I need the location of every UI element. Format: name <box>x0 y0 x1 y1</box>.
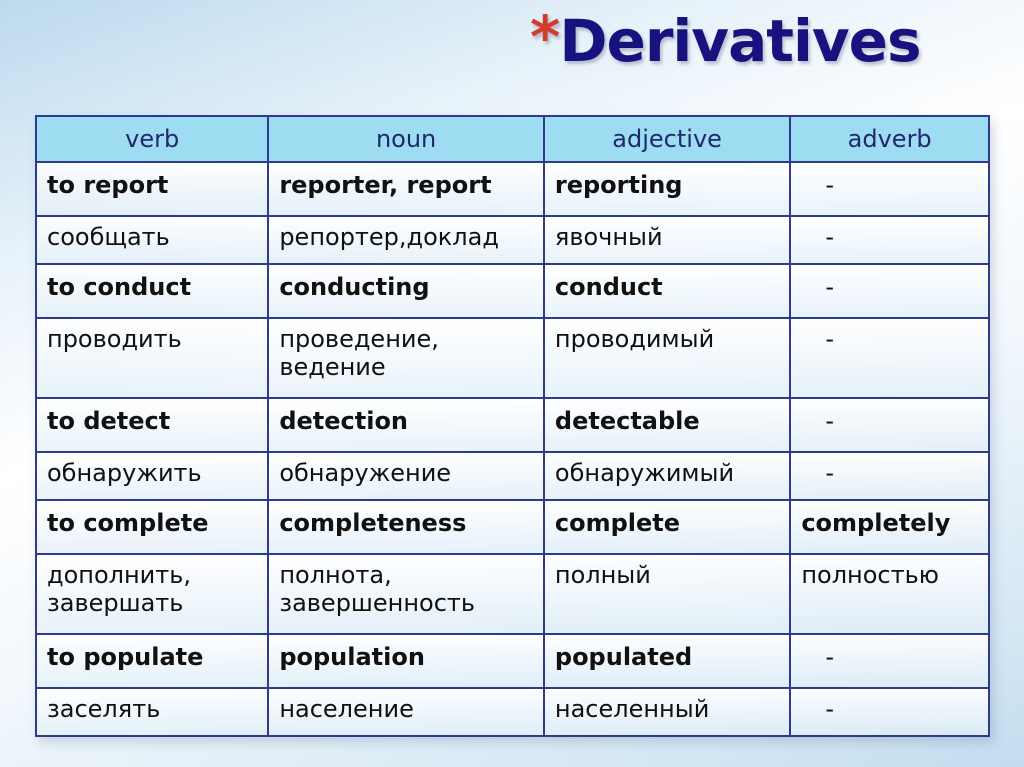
cell-adverb-text: - <box>825 325 834 353</box>
cell-noun: reporter, report <box>267 161 545 217</box>
cell-verb: to populate <box>34 633 270 689</box>
cell-adverb: - <box>789 161 990 217</box>
cell-verb: заселять <box>34 687 270 737</box>
derivatives-table: verb noun adjective adverb to report rep… <box>34 115 990 737</box>
cell-adjective: populated <box>542 633 792 689</box>
slide-title-text: Derivatives <box>559 7 921 75</box>
cell-adjective: населенный <box>542 687 792 737</box>
table-row: заселять население населенный - <box>34 687 990 737</box>
table-row: to populate population populated - <box>34 633 990 689</box>
cell-adverb-text: - <box>825 407 834 435</box>
cell-verb: to report <box>34 161 270 217</box>
cell-adverb: - <box>789 397 990 453</box>
cell-noun: проведение, ведение <box>267 317 545 399</box>
cell-adverb-text: - <box>825 643 834 671</box>
cell-verb: сообщать <box>34 215 270 265</box>
asterisk-icon: * <box>530 3 560 71</box>
cell-noun: репортер,доклад <box>267 215 545 265</box>
cell-adjective: проводимый <box>542 317 792 399</box>
cell-adverb-text: - <box>825 695 834 723</box>
cell-adverb: полностью <box>789 553 990 635</box>
cell-noun: conducting <box>267 263 545 319</box>
cell-adverb-text: - <box>825 459 834 487</box>
cell-noun: население <box>267 687 545 737</box>
table-row: дополнить, завершать полнота, завершенно… <box>34 553 990 635</box>
table-row: обнаружить обнаружение обнаружимый - <box>34 451 990 501</box>
cell-adjective: явочный <box>542 215 792 265</box>
table-row: to report reporter, report reporting - <box>34 161 990 217</box>
cell-verb: проводить <box>34 317 270 399</box>
cell-adverb: - <box>789 317 990 399</box>
cell-verb: дополнить, завершать <box>34 553 270 635</box>
cell-noun: completeness <box>267 499 545 555</box>
cell-adverb-text: - <box>825 223 834 251</box>
cell-adjective: полный <box>542 553 792 635</box>
cell-adverb-text: - <box>825 171 834 199</box>
cell-noun: detection <box>267 397 545 453</box>
slide-title: *Derivatives <box>530 8 922 70</box>
cell-noun: population <box>267 633 545 689</box>
cell-adverb: - <box>789 687 990 737</box>
cell-adverb: completely <box>789 499 990 555</box>
cell-verb: to complete <box>34 499 270 555</box>
cell-noun: полнота, завершенность <box>267 553 545 635</box>
cell-adjective: detectable <box>542 397 792 453</box>
cell-adverb: - <box>789 215 990 265</box>
cell-adverb: - <box>789 633 990 689</box>
table-row: сообщать репортер,доклад явочный - <box>34 215 990 265</box>
cell-verb: to conduct <box>34 263 270 319</box>
cell-adjective: обнаружимый <box>542 451 792 501</box>
header-noun: noun <box>267 115 545 163</box>
cell-adjective: complete <box>542 499 792 555</box>
table-row: to conduct conducting conduct - <box>34 263 990 319</box>
cell-adjective: conduct <box>542 263 792 319</box>
cell-verb: to detect <box>34 397 270 453</box>
cell-adjective: reporting <box>542 161 792 217</box>
table-header-row: verb noun adjective adverb <box>34 115 990 163</box>
cell-adverb: - <box>789 451 990 501</box>
cell-adverb: - <box>789 263 990 319</box>
cell-adverb-text: - <box>825 273 834 301</box>
table-row: проводить проведение, ведение проводимый… <box>34 317 990 399</box>
cell-noun: обнаружение <box>267 451 545 501</box>
header-verb: verb <box>34 115 270 163</box>
cell-verb: обнаружить <box>34 451 270 501</box>
header-adjective: adjective <box>542 115 792 163</box>
header-adverb: adverb <box>789 115 990 163</box>
table-row: to detect detection detectable - <box>34 397 990 453</box>
table-row: to complete completeness complete comple… <box>34 499 990 555</box>
